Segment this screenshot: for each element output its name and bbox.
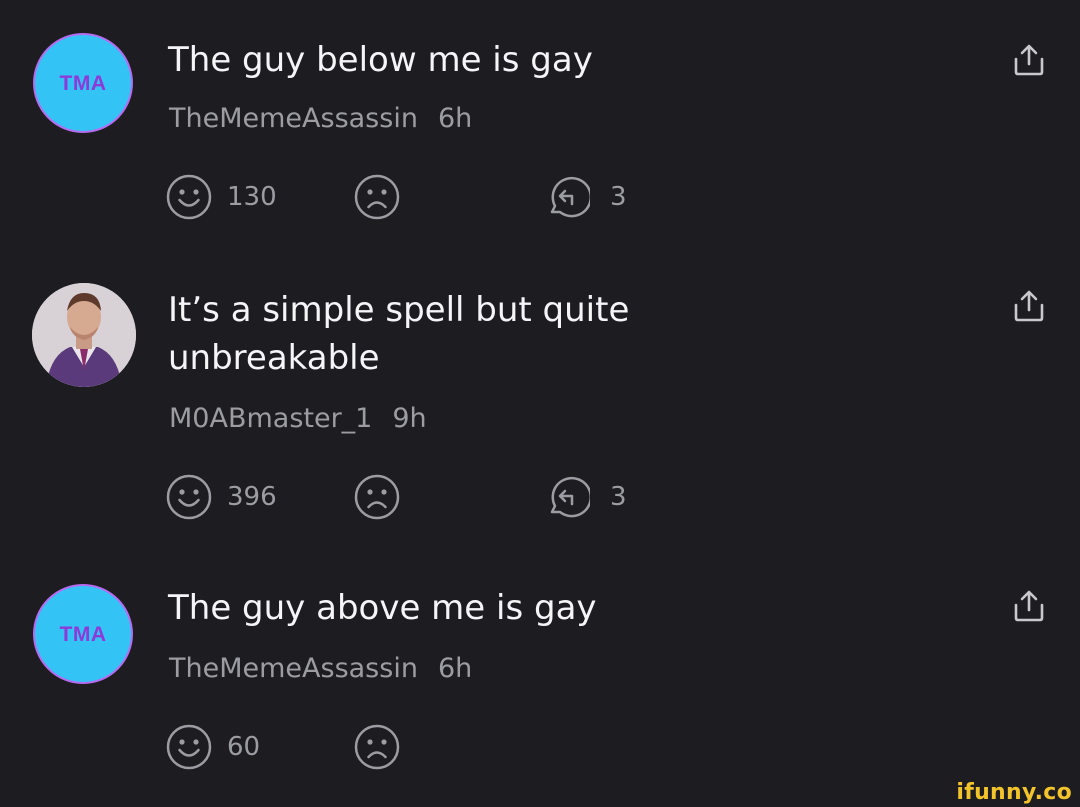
share-icon xyxy=(1014,590,1044,622)
smile-button[interactable]: 60 xyxy=(166,724,260,770)
reply-button[interactable]: 3 xyxy=(544,174,627,220)
comment-meta: M0ABmaster_1 9h xyxy=(169,403,427,434)
smile-icon xyxy=(166,474,212,520)
smile-button[interactable]: 396 xyxy=(166,474,277,520)
smile-icon xyxy=(166,724,212,770)
timestamp: 6h xyxy=(437,103,473,134)
reply-icon xyxy=(550,176,590,218)
smile-icon xyxy=(166,174,212,220)
reply-button[interactable]: 3 xyxy=(544,474,627,520)
share-icon xyxy=(1014,290,1044,322)
avatar-image xyxy=(32,283,136,387)
frown-icon xyxy=(354,474,400,520)
frown-button[interactable] xyxy=(354,724,400,770)
reply-count: 3 xyxy=(610,182,627,212)
smile-count: 60 xyxy=(227,732,261,762)
timestamp: 6h xyxy=(437,653,473,684)
share-icon xyxy=(1014,44,1044,76)
comment-text: The guy above me is gay xyxy=(168,588,597,628)
frown-button[interactable] xyxy=(354,174,400,220)
smile-count: 130 xyxy=(227,182,277,212)
reply-count: 3 xyxy=(610,482,627,512)
comment-text: It’s a simple spell but quite unbreakabl… xyxy=(168,290,630,378)
smile-count: 396 xyxy=(227,482,277,512)
frown-icon xyxy=(354,174,400,220)
frown-button[interactable] xyxy=(354,474,400,520)
username[interactable]: TheMemeAssassin xyxy=(169,103,418,134)
username[interactable]: M0ABmaster_1 xyxy=(169,403,372,434)
avatar-initials: TMA xyxy=(59,72,107,95)
timestamp: 9h xyxy=(392,403,427,434)
smile-button[interactable]: 130 xyxy=(166,174,277,220)
share-button[interactable] xyxy=(1012,42,1046,78)
share-button[interactable] xyxy=(1012,588,1046,624)
avatar[interactable]: TMA xyxy=(33,33,133,133)
avatar[interactable]: TMA xyxy=(33,584,133,684)
avatar[interactable] xyxy=(32,283,136,387)
share-button[interactable] xyxy=(1012,288,1046,324)
reply-icon xyxy=(550,476,590,518)
ifunny-watermark: ifunny.co xyxy=(956,780,1072,805)
frown-icon xyxy=(354,724,400,770)
comment-meta: TheMemeAssassin 6h xyxy=(169,653,472,684)
comment-text: The guy below me is gay xyxy=(168,40,593,80)
avatar-initials: TMA xyxy=(59,623,107,646)
username[interactable]: TheMemeAssassin xyxy=(169,653,418,684)
comment-meta: TheMemeAssassin 6h xyxy=(169,103,472,134)
